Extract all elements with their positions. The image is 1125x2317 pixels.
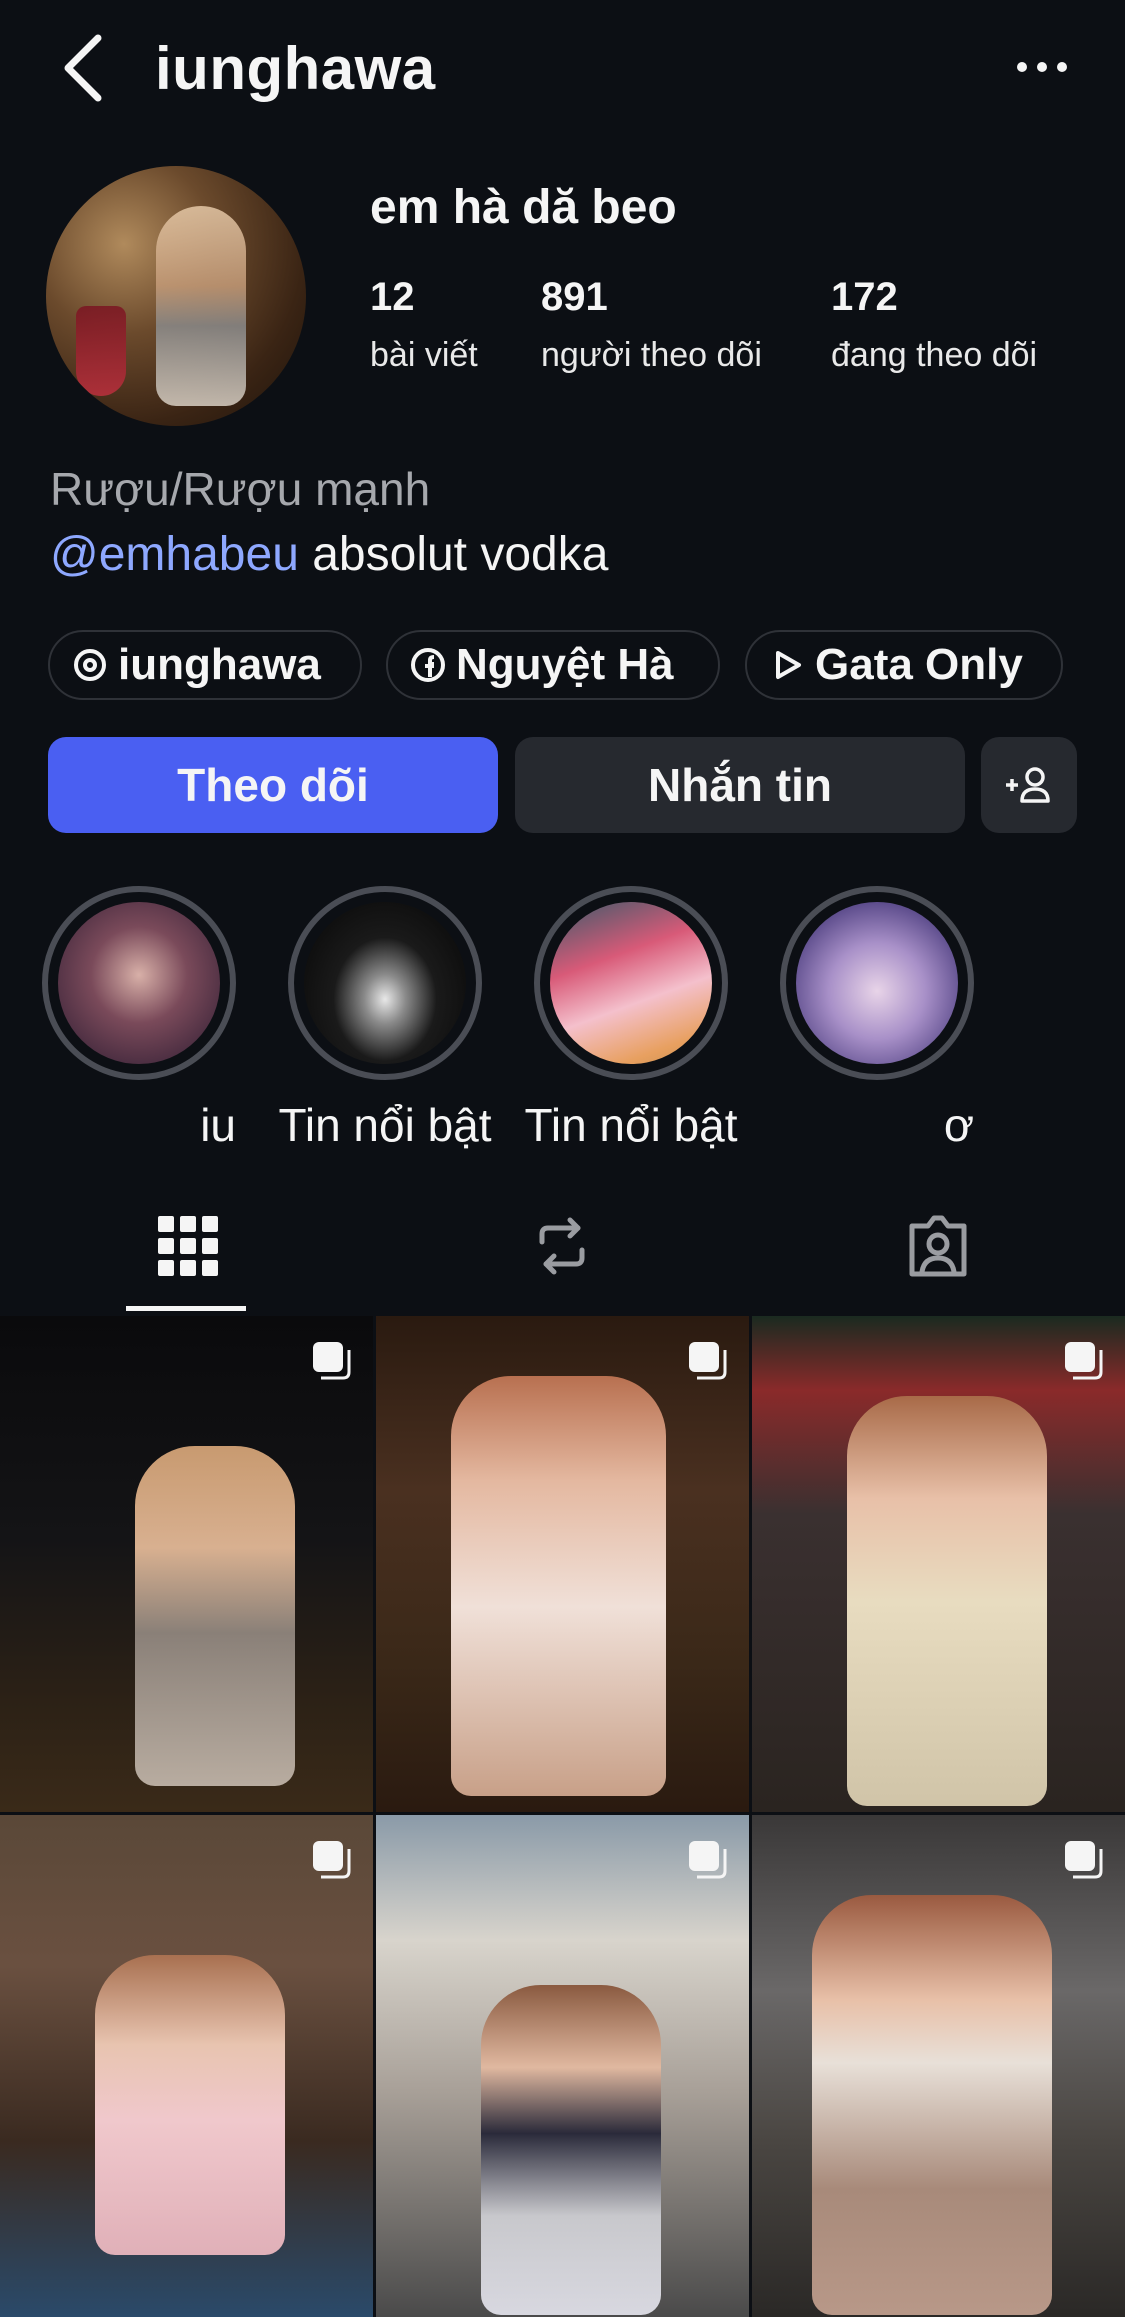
top-bar: iunghawa: [0, 0, 1125, 140]
highlight-label: Tin nổi bật: [524, 1099, 738, 1151]
profile-bio: @emhabeu absolut vodka: [50, 527, 608, 582]
post-grid: [0, 1316, 1125, 2317]
link-threads-label: iunghawa: [118, 640, 321, 689]
multiple-images-icon: [313, 1342, 351, 1380]
facebook-icon: [411, 648, 445, 682]
post-tile[interactable]: [376, 1815, 749, 2317]
multiple-images-icon: [1065, 1342, 1103, 1380]
stat-followers-label: người theo dõi: [541, 336, 762, 374]
profile-avatar[interactable]: [46, 166, 306, 426]
post-tile[interactable]: [0, 1815, 373, 2317]
stat-followers-count: 891: [541, 275, 608, 319]
back-arrow-icon[interactable]: [56, 32, 112, 104]
stat-posts[interactable]: 12 bài viết: [370, 275, 478, 375]
suggest-user-button[interactable]: [981, 737, 1077, 833]
post-tile[interactable]: [752, 1316, 1125, 1812]
highlight-label: ơ: [943, 1099, 974, 1151]
highlight-2[interactable]: Tin nổi bật: [278, 886, 492, 1152]
highlight-ring: [42, 886, 236, 1080]
message-button[interactable]: Nhắn tin: [515, 737, 965, 833]
stat-posts-count: 12: [370, 275, 415, 319]
link-video-label: Gata Only: [815, 640, 1023, 689]
active-tab-indicator: [126, 1306, 246, 1311]
tagged-icon[interactable]: [904, 1212, 972, 1280]
threads-icon: [74, 649, 106, 681]
post-tile[interactable]: [376, 1316, 749, 1812]
stat-followers[interactable]: 891 người theo dõi: [541, 275, 762, 375]
highlight-3[interactable]: Tin nổi bật: [524, 886, 738, 1152]
repost-icon[interactable]: [528, 1212, 596, 1280]
highlight-ring: [288, 886, 482, 1080]
highlight-1[interactable]: iu: [42, 886, 236, 1152]
grid-icon[interactable]: [154, 1212, 222, 1280]
add-user-icon: [1006, 767, 1050, 803]
link-facebook[interactable]: Nguyệt Hà: [386, 630, 720, 700]
more-options-icon[interactable]: [1010, 52, 1074, 82]
multiple-images-icon: [1065, 1841, 1103, 1879]
stat-following-label: đang theo dõi: [831, 336, 1038, 374]
highlight-4[interactable]: ơ: [780, 886, 974, 1152]
link-video[interactable]: Gata Only: [745, 630, 1063, 700]
multiple-images-icon: [689, 1342, 727, 1380]
multiple-images-icon: [313, 1841, 351, 1879]
play-icon: [776, 651, 801, 679]
link-threads[interactable]: iunghawa: [48, 630, 362, 700]
highlight-ring: [534, 886, 728, 1080]
bio-text: absolut vodka: [298, 528, 609, 581]
stat-posts-label: bài viết: [370, 336, 478, 374]
profile-category: Rượu/Rượu mạnh: [50, 463, 431, 515]
display-name: em hà dă beo: [370, 181, 677, 234]
multiple-images-icon: [689, 1841, 727, 1879]
highlight-label: iu: [200, 1099, 236, 1151]
bio-mention-link[interactable]: @emhabeu: [50, 528, 299, 581]
profile-username: iunghawa: [155, 35, 436, 102]
post-tile[interactable]: [752, 1815, 1125, 2317]
highlight-ring: [780, 886, 974, 1080]
post-tile[interactable]: [0, 1316, 373, 1812]
stat-following[interactable]: 172 đang theo dõi: [831, 275, 1037, 375]
content-tabs: [0, 1190, 1125, 1312]
stat-following-count: 172: [831, 275, 898, 319]
link-facebook-label: Nguyệt Hà: [456, 640, 674, 689]
follow-button[interactable]: Theo dõi: [48, 737, 498, 833]
highlight-label: Tin nổi bật: [278, 1099, 492, 1151]
